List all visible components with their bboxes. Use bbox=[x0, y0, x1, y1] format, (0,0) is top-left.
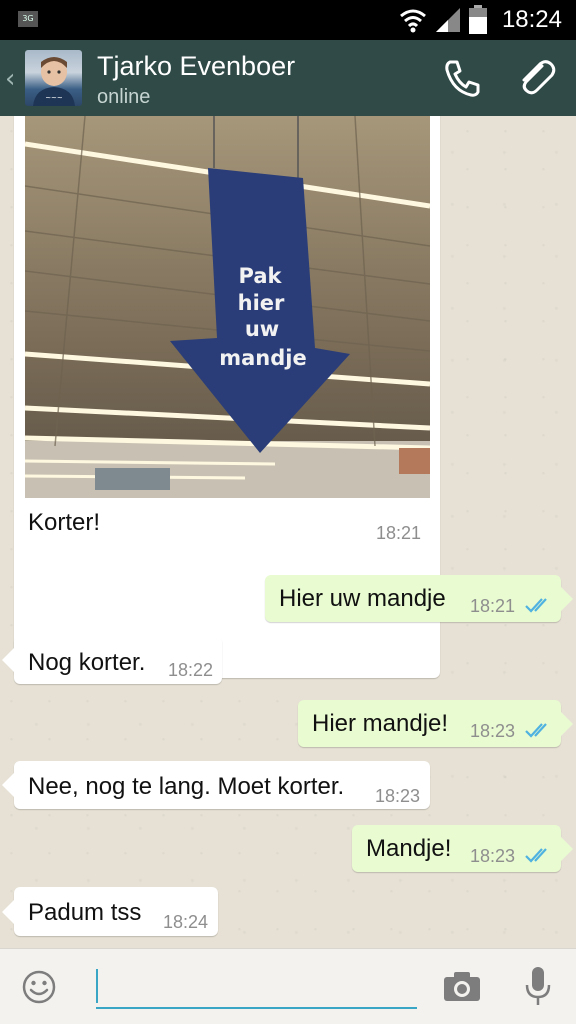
sign-line-1: Pak bbox=[239, 264, 283, 288]
signal-icon bbox=[436, 8, 460, 32]
wifi-icon bbox=[400, 9, 426, 33]
status-bar: 3G 18:24 bbox=[0, 0, 576, 40]
call-button[interactable] bbox=[438, 54, 486, 102]
message-text: Nee, nog te lang. Moet korter. bbox=[28, 773, 345, 800]
svg-text:~~~: ~~~ bbox=[45, 94, 63, 102]
contact-status: online bbox=[97, 86, 151, 108]
message-text: Hier mandje! bbox=[312, 710, 449, 737]
message-text: Mandje! bbox=[366, 835, 452, 862]
message-time: 18:23 bbox=[470, 721, 516, 741]
chat-header: ‹ ~~~ Tjarko Evenboer online bbox=[0, 40, 576, 116]
conversation[interactable]: Pak hier uw mandje Korter! 18:21 Hier uw… bbox=[0, 116, 576, 948]
camera-icon[interactable] bbox=[442, 969, 482, 1003]
message-bubble-outgoing[interactable]: Mandje! 18:23 bbox=[352, 825, 573, 872]
compose-bar bbox=[0, 948, 576, 1024]
photo-store-sign[interactable]: Pak hier uw mandje bbox=[25, 116, 430, 498]
double-check-icon bbox=[525, 848, 547, 863]
message-text: Nog korter. bbox=[28, 649, 146, 676]
message-time: 18:24 bbox=[163, 912, 209, 932]
sign-line-2: hier bbox=[238, 291, 285, 315]
message-bubble-incoming[interactable]: Padum tss 18:24 bbox=[2, 887, 218, 936]
message-time: 18:21 bbox=[375, 523, 421, 543]
message-bubble-incoming[interactable]: Nee, nog te lang. Moet korter. 18:23 bbox=[2, 761, 430, 809]
message-time: 18:21 bbox=[470, 596, 516, 616]
double-check-icon bbox=[525, 723, 547, 738]
message-text: Padum tss bbox=[28, 899, 142, 926]
message-input[interactable] bbox=[96, 967, 417, 1009]
smiley-icon[interactable] bbox=[21, 969, 57, 1005]
clock: 18:24 bbox=[501, 6, 562, 33]
text-cursor bbox=[96, 969, 98, 1003]
message-bubble-outgoing[interactable]: Hier mandje! 18:23 bbox=[298, 700, 573, 747]
message-time: 18:23 bbox=[375, 786, 421, 806]
message-text: Hier uw mandje bbox=[279, 585, 446, 612]
attach-button[interactable] bbox=[512, 54, 560, 102]
avatar[interactable]: ~~~ bbox=[25, 50, 82, 106]
image-caption: Korter! bbox=[28, 509, 101, 536]
message-time: 18:22 bbox=[168, 660, 214, 680]
sign-line-3: uw bbox=[245, 317, 279, 341]
paperclip-icon bbox=[522, 60, 556, 95]
back-chevron-icon[interactable]: ‹ bbox=[5, 64, 15, 94]
network-3g-icon: 3G bbox=[18, 11, 38, 27]
message-bubble-outgoing[interactable]: Hier uw mandje 18:21 bbox=[265, 575, 573, 622]
message-time: 18:23 bbox=[470, 846, 516, 866]
microphone-icon[interactable] bbox=[522, 965, 554, 1007]
sign-line-4: mandje bbox=[219, 346, 306, 370]
message-bubble-incoming[interactable]: Nog korter. 18:22 bbox=[2, 636, 222, 684]
phone-icon bbox=[445, 60, 480, 97]
battery-icon bbox=[469, 5, 487, 34]
double-check-icon bbox=[525, 598, 547, 613]
contact-name[interactable]: Tjarko Evenboer bbox=[97, 51, 295, 82]
